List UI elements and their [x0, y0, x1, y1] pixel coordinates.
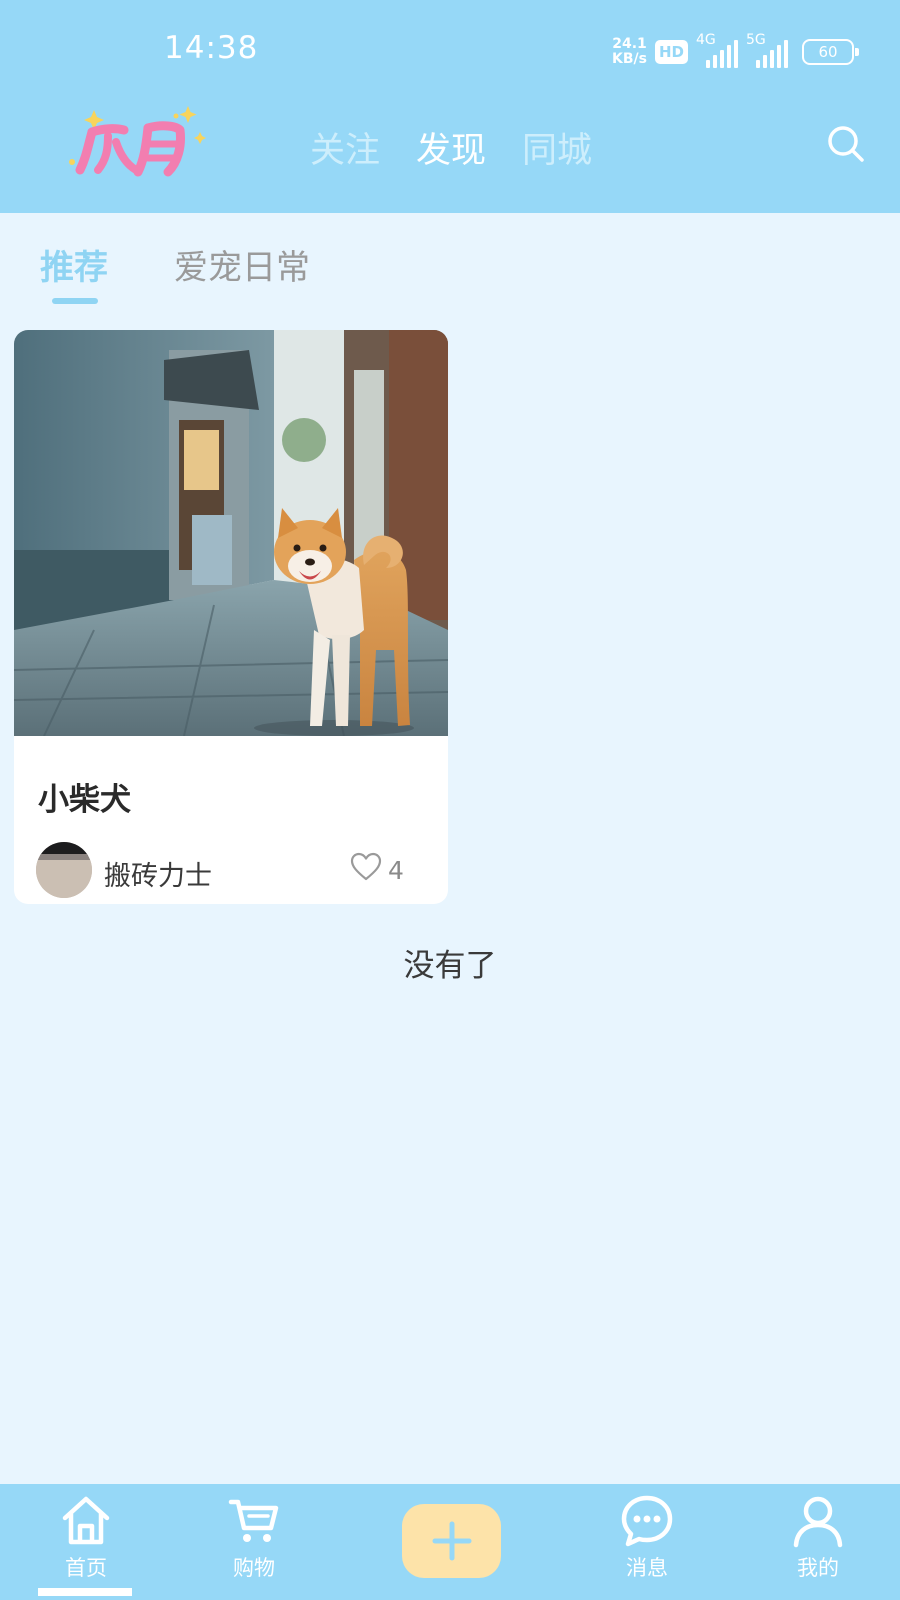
status-icons: 24.1 KB/s HD 4G 5G 60 — [612, 32, 859, 70]
search-icon[interactable] — [826, 124, 866, 164]
network-speed-value: 24.1 — [612, 36, 647, 52]
create-post-button[interactable] — [402, 1504, 501, 1578]
nav-shopping[interactable]: 购物 — [204, 1494, 304, 1594]
nav-shopping-label: 购物 — [233, 1556, 275, 1580]
tab-recommend[interactable]: 推荐 — [40, 240, 108, 304]
top-header: 14:38 24.1 KB/s HD 4G 5G 60 关注 发现 同城 — [0, 0, 900, 213]
hd-badge: HD — [654, 40, 688, 64]
author-avatar[interactable] — [36, 842, 92, 898]
like-count: 4 — [388, 856, 404, 885]
status-time: 14:38 — [164, 30, 259, 66]
bottom-nav: 首页 购物 消息 我的 — [0, 1484, 900, 1600]
signal-1-type: 4G — [696, 32, 716, 48]
top-tabs: 关注 发现 同城 — [310, 122, 592, 173]
user-icon — [793, 1496, 843, 1548]
app-logo — [69, 106, 206, 177]
category-tabs: 推荐 爱宠日常 — [40, 240, 310, 304]
nav-messages[interactable]: 消息 — [597, 1494, 697, 1594]
post-card[interactable]: 小柴犬 搬砖力士 4 — [14, 330, 448, 904]
network-speed: 24.1 KB/s — [612, 37, 647, 67]
home-icon — [62, 1496, 110, 1545]
tab-discover[interactable]: 发现 — [416, 122, 486, 173]
nav-messages-label: 消息 — [626, 1556, 668, 1580]
cart-icon — [228, 1499, 279, 1542]
nav-home[interactable]: 首页 — [36, 1494, 136, 1594]
heart-icon[interactable] — [350, 852, 382, 882]
nav-profile-label: 我的 — [797, 1556, 839, 1580]
post-title: 小柴犬 — [38, 782, 131, 818]
status-bar: 14:38 24.1 KB/s HD 4G 5G 60 — [0, 0, 900, 100]
active-tab-indicator — [38, 1588, 132, 1596]
message-icon — [621, 1495, 673, 1547]
end-of-list-text: 没有了 — [403, 948, 497, 984]
battery-icon: 60 — [802, 39, 859, 65]
author-name[interactable]: 搬砖力士 — [104, 854, 212, 893]
signal-1-icon: 4G — [696, 32, 738, 68]
tab-nearby[interactable]: 同城 — [522, 122, 592, 173]
tab-follow[interactable]: 关注 — [310, 122, 380, 173]
signal-2-type: 5G — [746, 32, 766, 48]
nav-profile[interactable]: 我的 — [768, 1494, 868, 1594]
tab-pet-daily[interactable]: 爱宠日常 — [174, 240, 310, 303]
post-image[interactable] — [14, 330, 448, 736]
signal-2-icon: 5G — [746, 32, 788, 68]
network-speed-unit: KB/s — [612, 51, 647, 67]
battery-level: 60 — [818, 43, 838, 61]
plus-icon — [432, 1521, 471, 1561]
nav-home-label: 首页 — [65, 1556, 107, 1580]
